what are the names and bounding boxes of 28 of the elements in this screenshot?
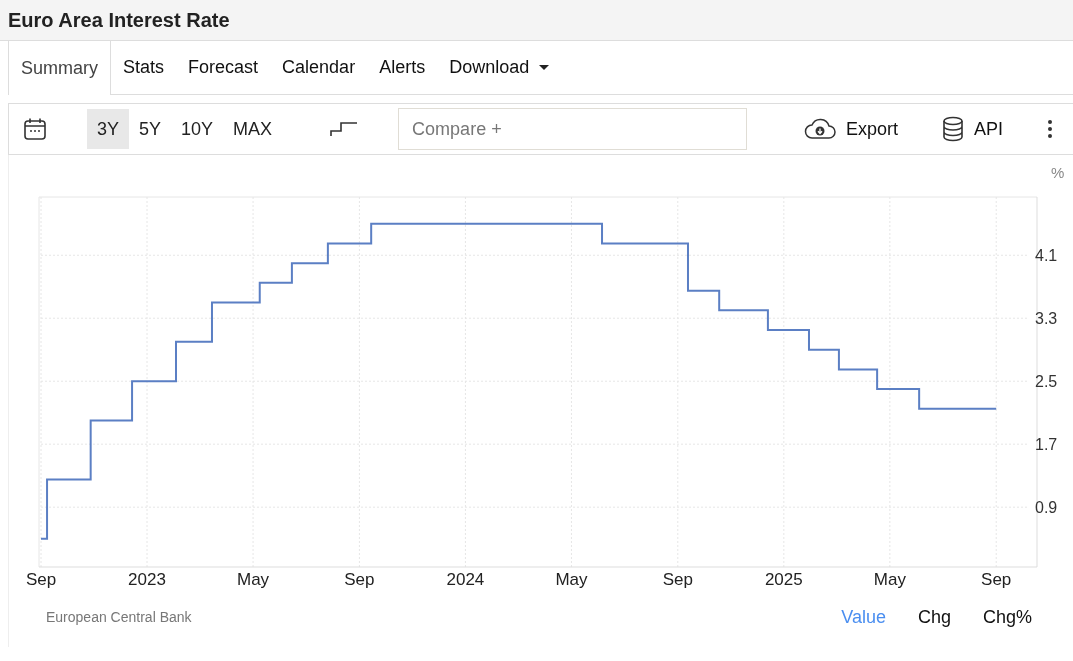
cloud-download-icon bbox=[803, 118, 836, 140]
x-axis-label: May bbox=[555, 570, 588, 589]
page-title: Euro Area Interest Rate bbox=[8, 8, 230, 32]
y-axis-label: 4.1 bbox=[1035, 247, 1058, 265]
calendar-icon[interactable] bbox=[23, 117, 47, 141]
x-axis-label: Sep bbox=[981, 570, 1012, 589]
x-axis-label: 2023 bbox=[128, 570, 166, 589]
more-options-icon[interactable] bbox=[1047, 119, 1053, 139]
range-button[interactable]: 3Y bbox=[87, 109, 130, 149]
database-icon bbox=[942, 116, 964, 142]
tab[interactable]: Summary bbox=[8, 41, 111, 95]
export-button[interactable]: Export bbox=[803, 118, 898, 140]
x-axis-label: Sep bbox=[25, 570, 57, 589]
y-axis-label: 3.3 bbox=[1035, 310, 1058, 328]
source-text: European Central Bank bbox=[46, 609, 192, 625]
x-axis-label: Sep bbox=[344, 570, 375, 589]
x-axis-label: May bbox=[237, 570, 270, 589]
compare-field[interactable]: Compare + bbox=[398, 108, 748, 150]
unit-label: % bbox=[1051, 164, 1065, 181]
x-axis-label: 2024 bbox=[446, 570, 485, 589]
y-axis-label: 1.7 bbox=[1035, 436, 1058, 454]
x-axis-label: 2025 bbox=[764, 570, 803, 589]
x-axis-label: May bbox=[873, 570, 906, 589]
y-axis-label: 0.9 bbox=[1035, 499, 1058, 517]
api-button[interactable]: API bbox=[942, 116, 1003, 142]
y-axis-label: 2.5 bbox=[1035, 373, 1058, 391]
x-axis-label: Sep bbox=[662, 570, 693, 589]
step-line-icon[interactable] bbox=[330, 121, 359, 137]
